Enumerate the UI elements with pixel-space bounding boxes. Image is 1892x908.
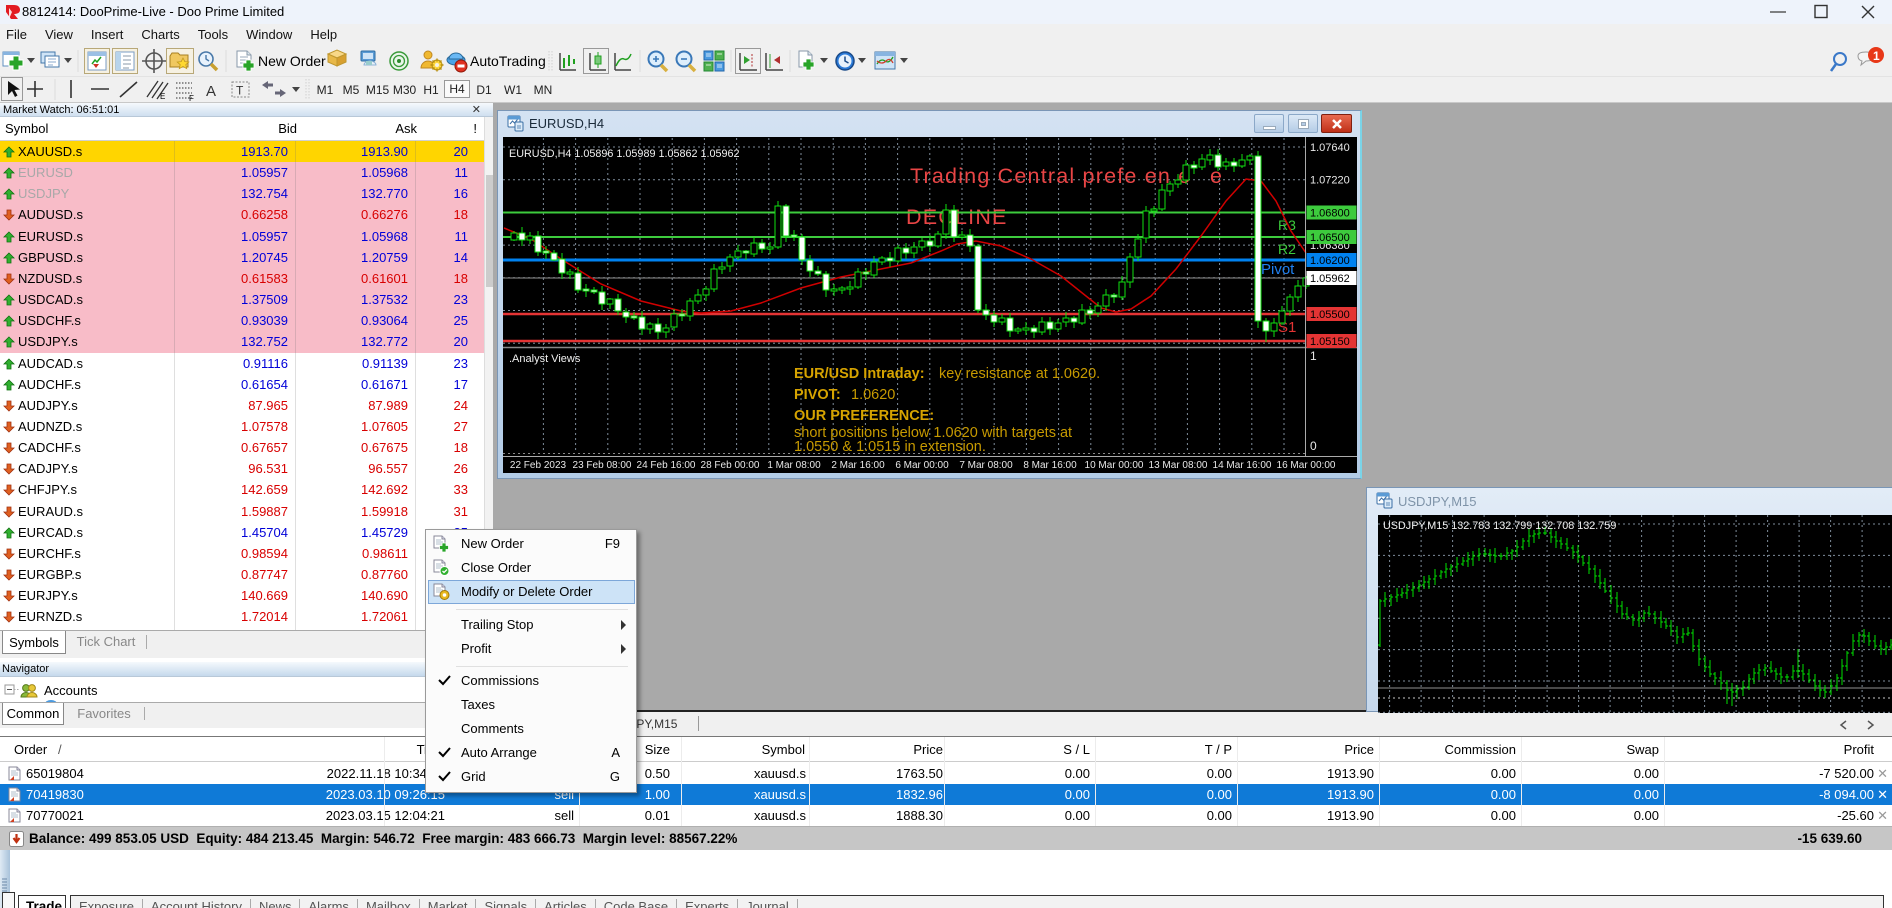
- svg-text:E: E: [160, 92, 165, 101]
- svg-text:1.0550 & 1.0515 in extension.: 1.0550 & 1.0515 in extension.: [794, 439, 986, 455]
- svg-text:16 Mar 00:00: 16 Mar 00:00: [1277, 460, 1336, 471]
- svg-text:0: 0: [1310, 439, 1317, 453]
- svg-text:1.05150: 1.05150: [1310, 336, 1350, 348]
- svg-text:1.0620: 1.0620: [851, 387, 895, 403]
- svg-text:New Order: New Order: [258, 53, 326, 69]
- svg-text:AutoTrading: AutoTrading: [470, 53, 546, 69]
- svg-text:1.07220: 1.07220: [1310, 175, 1350, 187]
- svg-text:A: A: [206, 83, 216, 100]
- svg-text:EUR/USD Intraday:: EUR/USD Intraday:: [794, 366, 925, 382]
- svg-text:24 Feb 16:00: 24 Feb 16:00: [637, 460, 696, 471]
- svg-text:13 Mar 08:00: 13 Mar 08:00: [1149, 460, 1208, 471]
- svg-text:Trading Central prefe en e: Trading Central prefe en e: [910, 164, 1191, 188]
- svg-text:1 Mar 08:00: 1 Mar 08:00: [767, 460, 821, 471]
- svg-text:Pivot: Pivot: [1261, 261, 1295, 278]
- svg-text:14 Mar 16:00: 14 Mar 16:00: [1213, 460, 1272, 471]
- svg-text:1: 1: [1873, 49, 1880, 63]
- svg-text:1.06800: 1.06800: [1310, 208, 1350, 220]
- svg-text:10 Mar 00:00: 10 Mar 00:00: [1085, 460, 1144, 471]
- svg-text:28 Feb 00:00: 28 Feb 00:00: [701, 460, 760, 471]
- svg-text:22 Feb 2023: 22 Feb 2023: [510, 460, 567, 471]
- svg-text:key resistance at 1.0620.: key resistance at 1.0620.: [939, 366, 1100, 382]
- svg-text:OUR PREFERENCE:: OUR PREFERENCE:: [794, 408, 934, 424]
- svg-text:1.07640: 1.07640: [1310, 142, 1350, 154]
- svg-text:1: 1: [1310, 349, 1317, 363]
- svg-text:e: e: [1210, 164, 1222, 188]
- svg-text:1.05500: 1.05500: [1310, 309, 1350, 321]
- svg-text:8 Mar 16:00: 8 Mar 16:00: [1023, 460, 1077, 471]
- svg-text:1.05962: 1.05962: [1310, 273, 1350, 285]
- svg-text:7 Mar 08:00: 7 Mar 08:00: [959, 460, 1013, 471]
- svg-text:1.06500: 1.06500: [1310, 232, 1350, 244]
- svg-text:2 Mar 16:00: 2 Mar 16:00: [831, 460, 885, 471]
- svg-text:1.06200: 1.06200: [1310, 255, 1350, 267]
- svg-text:EURUSD,H4 1.05896 1.05989 1.0: EURUSD,H4 1.05896 1.05989 1.05862 1.0596…: [509, 148, 740, 160]
- svg-text:6 Mar 00:00: 6 Mar 00:00: [895, 460, 949, 471]
- svg-text:R3: R3: [1278, 217, 1296, 233]
- svg-text:T: T: [236, 84, 244, 98]
- svg-text:R2: R2: [1278, 241, 1296, 257]
- svg-text:F: F: [189, 94, 194, 102]
- svg-text:.Analyst Views: .Analyst Views: [509, 353, 581, 365]
- svg-text:USDJPY,M15 132.783 132.799 13: USDJPY,M15 132.783 132.799 132.708 132.7…: [1383, 520, 1616, 532]
- svg-text:PIVOT:: PIVOT:: [794, 387, 841, 403]
- svg-text:23 Feb 08:00: 23 Feb 08:00: [573, 460, 632, 471]
